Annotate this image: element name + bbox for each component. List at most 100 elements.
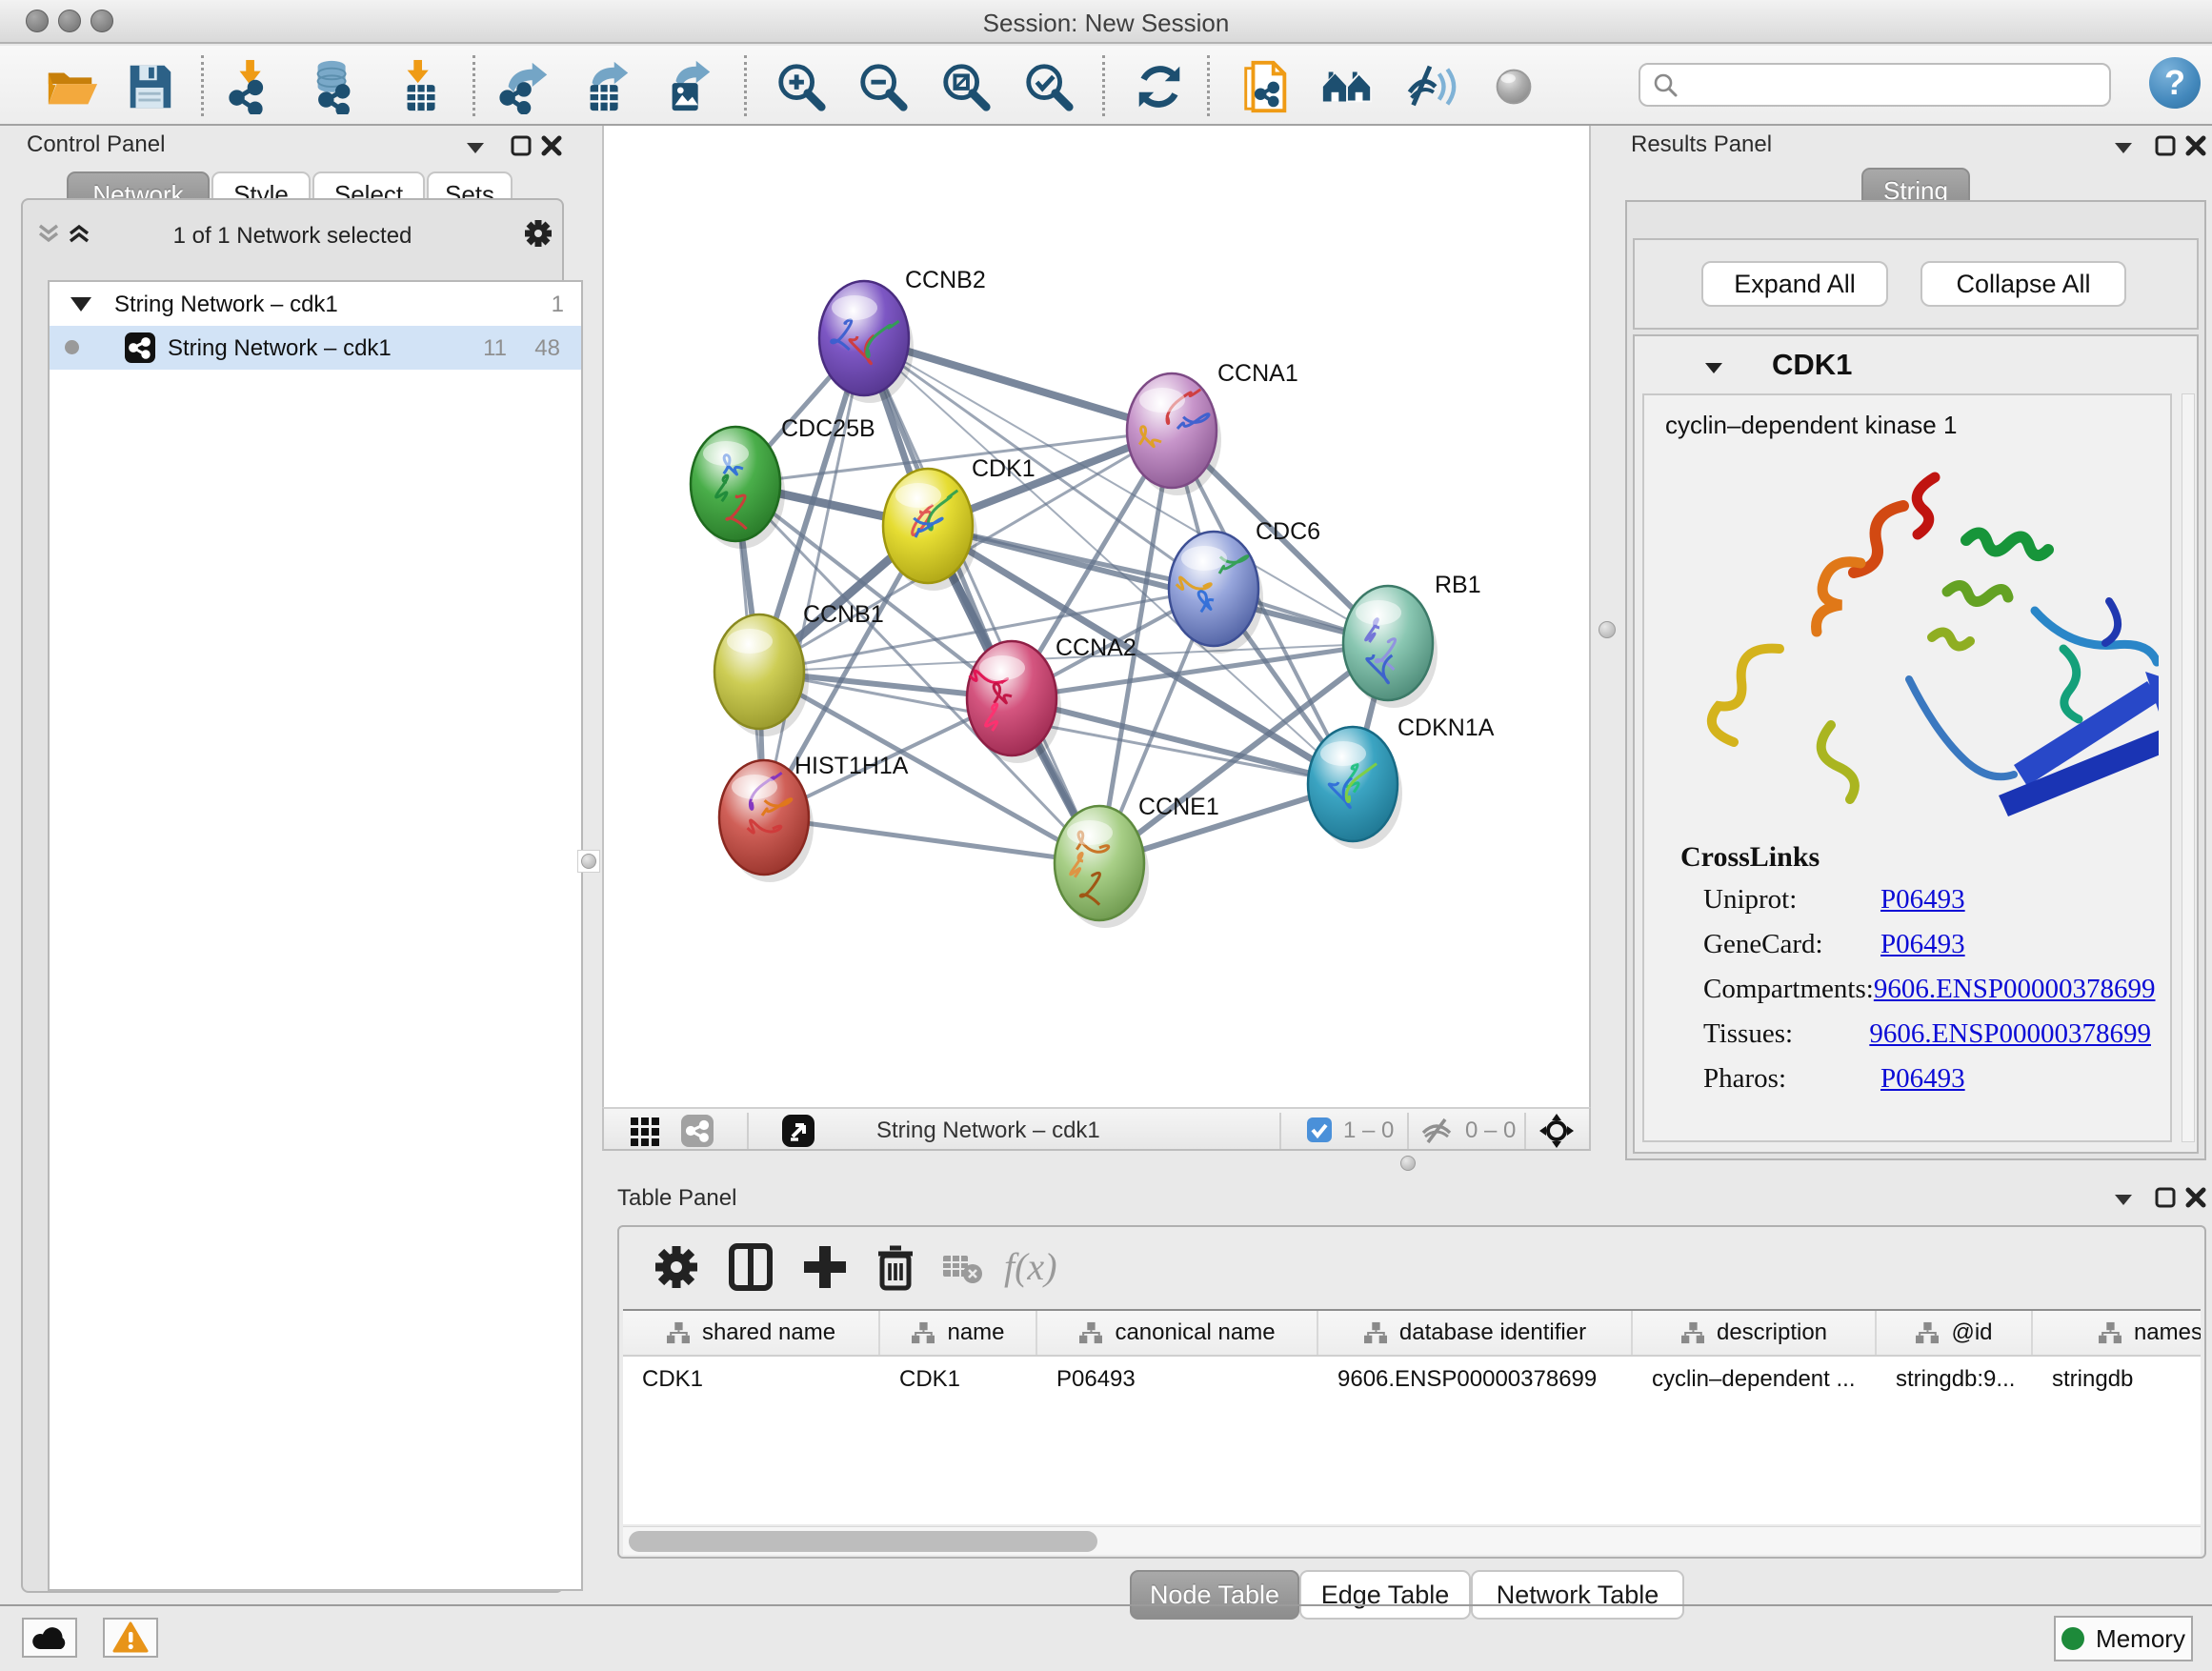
table-settings-button[interactable] xyxy=(650,1240,703,1294)
glass-effect-button[interactable] xyxy=(1402,59,1458,114)
table-cell[interactable]: stringdb xyxy=(2033,1357,2201,1402)
show-column-panel-button[interactable] xyxy=(724,1240,777,1294)
left-splitter-handle[interactable] xyxy=(577,850,600,873)
hidden-eye-icon[interactable] xyxy=(1419,1114,1454,1148)
zoom-in-button[interactable] xyxy=(774,59,829,114)
network-options-gear-icon[interactable] xyxy=(522,217,554,250)
sphere-toggle-button[interactable] xyxy=(1486,59,1541,114)
column-header-shared-name[interactable]: shared name xyxy=(623,1311,880,1355)
crosslink-link[interactable]: P06493 xyxy=(1880,884,1965,916)
warning-status-button[interactable] xyxy=(103,1618,158,1658)
memory-button[interactable]: Memory xyxy=(2054,1616,2193,1661)
table-horizontal-scrollbar[interactable] xyxy=(623,1526,2201,1555)
graph-node-label: RB1 xyxy=(1435,572,1481,598)
import-network-icon xyxy=(225,59,280,114)
results-scrollbar[interactable] xyxy=(2182,393,2195,1142)
column-header--id[interactable]: @id xyxy=(1877,1311,2033,1355)
column-header-description[interactable]: description xyxy=(1633,1311,1877,1355)
column-type-icon xyxy=(1915,1321,1940,1344)
delete-column-button[interactable] xyxy=(869,1240,922,1294)
function-builder-button[interactable]: f(x) xyxy=(1004,1244,1057,1289)
crosslink-link[interactable]: P06493 xyxy=(1880,929,1965,960)
open-in-window-icon[interactable] xyxy=(781,1114,815,1148)
search-icon xyxy=(1652,71,1679,98)
column-header-label: database identifier xyxy=(1399,1319,1586,1346)
results-panel-float-icon[interactable] xyxy=(2153,133,2178,158)
network-selection-status: 1 of 1 Network selected xyxy=(23,223,562,250)
column-header-namespace[interactable]: namespace xyxy=(2033,1311,2201,1355)
bottom-splitter-handle[interactable] xyxy=(1400,1156,1416,1171)
control-panel-float-icon[interactable] xyxy=(509,133,533,158)
search-box[interactable] xyxy=(1639,63,2111,107)
table-panel-close-icon[interactable] xyxy=(2183,1185,2208,1210)
crosslink-label: Tissues: xyxy=(1703,1018,1869,1050)
network-canvas[interactable]: CCNB2CCNA1CDC25BCDK1CDC6RB1CCNB1CCNA2CDK… xyxy=(602,126,1591,1107)
column-header-database-identifier[interactable]: database identifier xyxy=(1318,1311,1633,1355)
export-table-button[interactable] xyxy=(579,59,634,114)
cdk1-result-card: CDK1 cyclin–dependent kinase 1 xyxy=(1633,334,2199,1154)
network-collection-row[interactable]: String Network – cdk1 1 xyxy=(50,282,581,326)
toolbar-separator xyxy=(1102,55,1105,116)
selected-checkbox-icon[interactable] xyxy=(1306,1117,1333,1143)
import-network-from-database-button[interactable] xyxy=(307,59,362,114)
control-panel-close-icon[interactable] xyxy=(539,133,564,158)
network-label: String Network – cdk1 xyxy=(168,335,392,362)
tab-node-table[interactable]: Node Table xyxy=(1130,1570,1299,1620)
string-network-graph[interactable]: CCNB2CCNA1CDC25BCDK1CDC6RB1CCNB1CCNA2CDK… xyxy=(604,126,1589,1103)
grid-view-icon[interactable] xyxy=(629,1114,663,1148)
crosslink-link[interactable]: 9606.ENSP00000378699 xyxy=(1874,974,2156,1005)
save-session-button[interactable] xyxy=(122,59,177,114)
delete-table-button[interactable] xyxy=(939,1240,985,1294)
tab-edge-table[interactable]: Edge Table xyxy=(1299,1570,1471,1620)
fit-content-crosshair-icon[interactable] xyxy=(1538,1113,1575,1149)
import-network-button[interactable] xyxy=(225,59,280,114)
column-header-label: canonical name xyxy=(1115,1319,1275,1346)
table-cell[interactable]: 9606.ENSP00000378699 xyxy=(1318,1357,1633,1402)
cdk1-collapse-icon[interactable] xyxy=(1701,355,1726,380)
open-session-button[interactable] xyxy=(44,59,99,114)
refresh-button[interactable] xyxy=(1132,59,1187,114)
cloud-status-button[interactable] xyxy=(22,1618,77,1658)
collapse-all-button[interactable]: Collapse All xyxy=(1920,261,2126,307)
table-cell[interactable]: P06493 xyxy=(1037,1357,1318,1402)
table-body: CDK1CDK1P064939606.ENSP00000378699cyclin… xyxy=(623,1357,2201,1402)
help-button[interactable]: ? xyxy=(2149,57,2201,109)
results-panel-close-icon[interactable] xyxy=(2183,133,2208,158)
import-table-button[interactable] xyxy=(394,59,450,114)
column-header-name[interactable]: name xyxy=(880,1311,1037,1355)
string-network-icon xyxy=(124,332,156,364)
string-import-button[interactable] xyxy=(1238,59,1294,114)
protein-structure-image xyxy=(1663,451,2159,832)
cloud-icon xyxy=(30,1623,69,1652)
add-column-button[interactable] xyxy=(798,1240,852,1294)
export-image-button[interactable] xyxy=(661,59,716,114)
crosslink-label: GeneCard: xyxy=(1703,929,1880,960)
table-row[interactable]: CDK1CDK1P064939606.ENSP00000378699cyclin… xyxy=(623,1357,2201,1402)
right-splitter-handle[interactable] xyxy=(1599,621,1616,638)
table-panel-float-icon[interactable] xyxy=(2153,1185,2178,1210)
collection-count: 1 xyxy=(552,292,564,318)
column-header-canonical-name[interactable]: canonical name xyxy=(1037,1311,1318,1355)
search-input[interactable] xyxy=(1679,71,2088,98)
table-cell[interactable]: stringdb:9... xyxy=(1877,1357,2033,1402)
table-cell[interactable]: CDK1 xyxy=(880,1357,1037,1402)
crosslink-link[interactable]: P06493 xyxy=(1880,1063,1965,1095)
zoom-selected-button[interactable] xyxy=(1021,59,1076,114)
table-panel-collapse-icon[interactable] xyxy=(2111,1187,2136,1212)
expand-all-button[interactable]: Expand All xyxy=(1701,261,1888,307)
refresh-icon xyxy=(1132,59,1187,114)
zoom-out-button[interactable] xyxy=(855,59,911,114)
tab-network-table[interactable]: Network Table xyxy=(1471,1570,1684,1620)
network-share-icon[interactable] xyxy=(680,1114,714,1148)
zoom-fit-button[interactable] xyxy=(938,59,994,114)
export-network-button[interactable] xyxy=(497,59,553,114)
table-cell[interactable]: CDK1 xyxy=(623,1357,880,1402)
scrollbar-thumb[interactable] xyxy=(629,1531,1097,1552)
network-row-selected[interactable]: String Network – cdk1 11 48 xyxy=(50,326,581,370)
table-cell[interactable]: cyclin–dependent ... xyxy=(1633,1357,1877,1402)
collection-expand-icon[interactable] xyxy=(70,297,91,312)
crosslink-link[interactable]: 9606.ENSP00000378699 xyxy=(1869,1018,2151,1050)
results-panel-collapse-icon[interactable] xyxy=(2111,135,2136,160)
control-panel-collapse-icon[interactable] xyxy=(463,135,488,160)
string-home-button[interactable] xyxy=(1319,59,1375,114)
